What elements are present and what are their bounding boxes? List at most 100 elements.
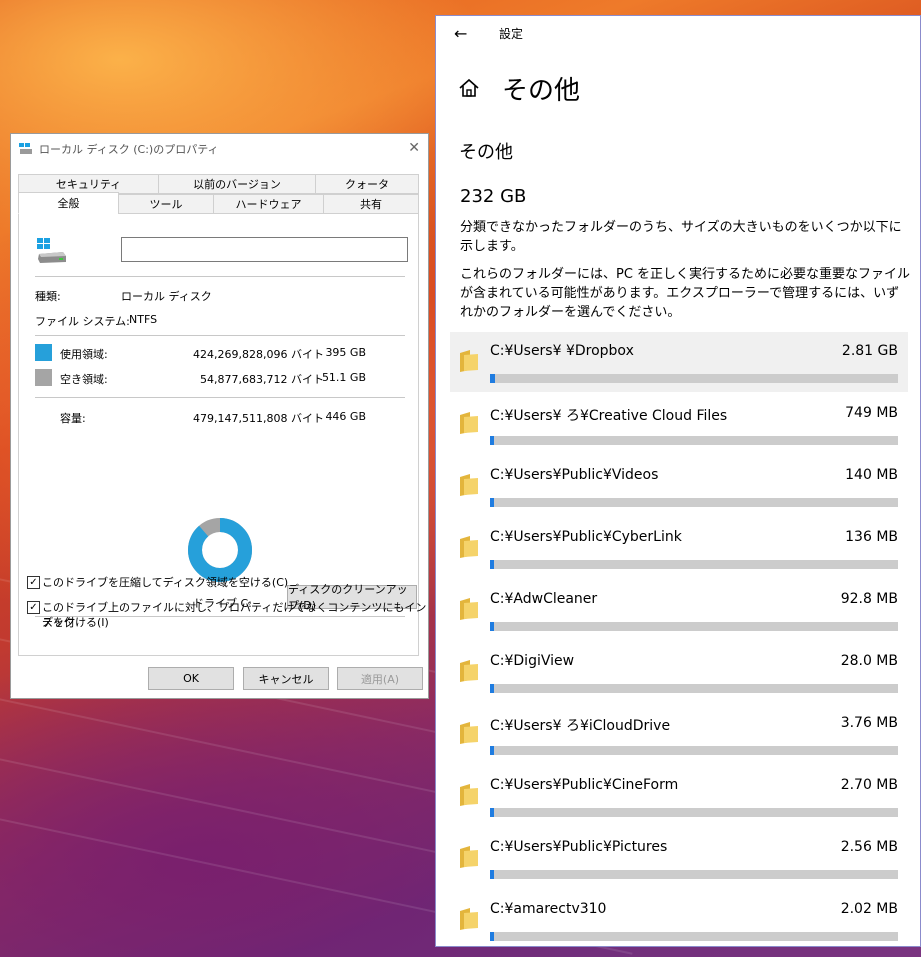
folder-list-item[interactable]: C:¥Users¥ ¥Dropbox 2.81 GB: [450, 332, 908, 392]
tab-sharing[interactable]: 共有: [323, 194, 419, 214]
dialog-title: ローカル ディスク (C:)のプロパティ: [39, 143, 219, 156]
folder-list-item[interactable]: C:¥Users¥Public¥Videos 140 MB: [450, 456, 908, 516]
divider: [35, 276, 405, 277]
used-space-gb: 395 GB: [325, 346, 366, 359]
folder-list-item[interactable]: C:¥Users¥ ろ¥iCloudDrive 3.76 MB: [450, 704, 908, 764]
settings-window: ← 設定 その他 その他 232 GB 分類できなかったフォルダーのうち、サイズ…: [435, 15, 921, 947]
page-title: その他: [502, 76, 581, 106]
folder-icon: [460, 536, 478, 558]
capacity-label: 容量:: [60, 412, 86, 425]
properties-dialog: ローカル ディスク (C:)のプロパティ ✕ セキュリティ 以前のバージョン ク…: [10, 133, 429, 699]
free-space-bytes: 54,877,683,712 バイト: [200, 373, 324, 386]
folder-size: 2.56 MB: [840, 839, 898, 855]
folder-icon: [460, 846, 478, 868]
section-title: その他: [459, 142, 513, 163]
folder-usage-bar: [490, 436, 898, 445]
folder-list-item[interactable]: C:¥Users¥Public¥CyberLink 136 MB: [450, 518, 908, 578]
folder-usage-fill: [490, 436, 495, 445]
folder-path: C:¥Users¥Public¥Pictures: [490, 839, 668, 855]
folder-list-item[interactable]: C:¥Users¥Public¥Pictures 2.56 MB: [450, 828, 908, 888]
folder-usage-bar: [490, 622, 898, 631]
description-2: これらのフォルダーには、PC を正しく実行するために必要な重要なファイルが含まれ…: [460, 267, 911, 320]
folder-path: C:¥AdwCleaner: [490, 591, 598, 607]
tab-hardware[interactable]: ハードウェア: [213, 194, 324, 214]
hard-drive-icon: [37, 238, 66, 263]
free-space-gb: 51.1 GB: [321, 371, 366, 384]
index-checkbox[interactable]: ✓: [27, 601, 40, 614]
folder-usage-fill: [490, 374, 495, 383]
index-label-line2: スを付ける(I): [42, 616, 109, 629]
tab-previous-versions[interactable]: 以前のバージョン: [158, 174, 316, 194]
folder-icon: [460, 412, 478, 434]
tab-row-1: セキュリティ 以前のバージョン クォータ: [18, 174, 419, 194]
folder-icon: [460, 784, 478, 806]
folder-size: 140 MB: [845, 467, 898, 483]
folder-usage-fill: [490, 808, 495, 817]
disk-usage-donut: [188, 518, 252, 582]
folder-list-item[interactable]: C:¥amarectv310 2.02 MB: [450, 890, 908, 950]
description-1: 分類できなかったフォルダーのうち、サイズの大きいものをいくつか以下に示します。: [460, 220, 902, 254]
tab-security[interactable]: セキュリティ: [18, 174, 159, 194]
folder-usage-fill: [490, 498, 495, 507]
folder-path: C:¥Users¥ ろ¥iCloudDrive: [490, 718, 671, 734]
folder-icon: [460, 474, 478, 496]
settings-app-label: 設定: [499, 27, 524, 41]
ok-button[interactable]: OK: [148, 667, 234, 690]
folder-list-item[interactable]: C:¥Users¥ ろ¥Creative Cloud Files 749 MB: [450, 394, 908, 454]
folder-list-item[interactable]: C:¥DigiView 28.0 MB: [450, 642, 908, 702]
used-space-bytes: 424,269,828,096 バイト: [193, 348, 324, 361]
folder-usage-fill: [490, 932, 495, 941]
folder-icon: [460, 908, 478, 930]
free-space-swatch: [35, 369, 52, 386]
folder-usage-bar: [490, 560, 898, 569]
type-value: ローカル ディスク: [121, 290, 212, 303]
folder-usage-bar: [490, 808, 898, 817]
folder-size: 749 MB: [845, 405, 898, 421]
folder-size: 28.0 MB: [840, 653, 898, 669]
total-size: 232 GB: [460, 186, 527, 207]
folder-path: C:¥amarectv310: [490, 901, 607, 917]
home-icon[interactable]: [458, 77, 480, 99]
used-space-swatch: [35, 344, 52, 361]
folder-usage-bar: [490, 870, 898, 879]
tab-general[interactable]: 全般: [18, 192, 119, 214]
folder-path: C:¥Users¥ ¥Dropbox: [490, 343, 634, 359]
file-system-value: NTFS: [129, 313, 158, 326]
divider: [35, 397, 405, 398]
divider: [35, 335, 405, 336]
folder-usage-fill: [490, 870, 495, 879]
compress-label: このドライブを圧縮してディスク領域を空ける(C): [42, 576, 289, 589]
folder-icon: [460, 598, 478, 620]
apply-button[interactable]: 適用(A): [337, 667, 423, 690]
folder-icon: [460, 350, 478, 372]
compress-checkbox[interactable]: ✓: [27, 576, 40, 589]
folder-size: 2.02 MB: [840, 901, 898, 917]
folder-size: 2.81 GB: [841, 343, 898, 359]
folder-size: 3.76 MB: [840, 715, 898, 731]
folder-usage-fill: [490, 684, 495, 693]
folder-list-item[interactable]: C:¥Users¥Public¥CineForm 2.70 MB: [450, 766, 908, 826]
folder-usage-bar: [490, 498, 898, 507]
folder-path: C:¥Users¥Public¥CyberLink: [490, 529, 682, 545]
tab-tools[interactable]: ツール: [118, 194, 214, 214]
folder-usage-bar: [490, 684, 898, 693]
used-space-label: 使用領域:: [60, 348, 108, 361]
back-arrow-icon[interactable]: ←: [454, 24, 467, 43]
folder-usage-fill: [490, 746, 495, 755]
folder-usage-bar: [490, 746, 898, 755]
used-space-arc: [188, 518, 252, 582]
capacity-gb: 446 GB: [325, 410, 366, 423]
folder-size: 92.8 MB: [840, 591, 898, 607]
cancel-button[interactable]: キャンセル: [243, 667, 329, 690]
folder-size: 2.70 MB: [840, 777, 898, 793]
folder-usage-bar: [490, 374, 898, 383]
close-icon[interactable]: ✕: [408, 140, 420, 156]
folder-list-item[interactable]: C:¥AdwCleaner 92.8 MB: [450, 580, 908, 640]
file-system-label: ファイル システム:: [35, 315, 130, 328]
tab-quota[interactable]: クォータ: [315, 174, 419, 194]
volume-name-input[interactable]: [121, 237, 408, 262]
capacity-bytes: 479,147,511,808 バイト: [193, 412, 324, 425]
folder-path: C:¥Users¥Public¥Videos: [490, 467, 659, 483]
dialog-titlebar: ローカル ディスク (C:)のプロパティ: [11, 134, 428, 164]
folder-icon: [460, 660, 478, 682]
